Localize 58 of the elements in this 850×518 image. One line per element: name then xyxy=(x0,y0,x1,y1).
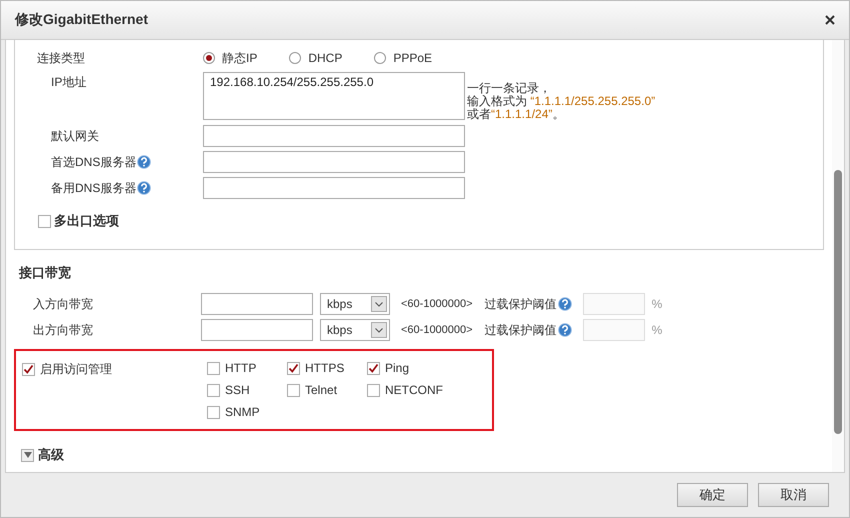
input-field[interactable] xyxy=(203,151,465,173)
range-text: <60-1000000> xyxy=(401,298,473,310)
section-title: 接口带宽 xyxy=(18,264,72,282)
unit-select[interactable]: kbps xyxy=(320,293,390,315)
checkbox-label: Telnet xyxy=(305,383,338,397)
unit-text: % xyxy=(652,297,662,311)
field-label: 出方向带宽 xyxy=(32,322,94,338)
format-hint: 一行一条记录， 输入格式为 “1.1.1.1/255.255.255.0” 或者“1.1.1.1/24”。 xyxy=(467,82,656,121)
range-text: <60-1000000> xyxy=(401,324,473,336)
input-field[interactable] xyxy=(203,125,465,147)
field-label: 过载保护阈值 xyxy=(484,296,557,312)
radio-option[interactable]: 静态IP xyxy=(203,50,258,66)
field-label: 首选DNS服务器 xyxy=(51,154,136,170)
caret-icon xyxy=(375,302,383,306)
dialog-button[interactable]: 确定 xyxy=(677,483,748,507)
input-field[interactable] xyxy=(201,319,313,341)
checkbox[interactable] xyxy=(38,214,51,228)
field-label: 默认网关 xyxy=(51,128,99,144)
checkbox[interactable] xyxy=(287,384,300,396)
checkbox[interactable] xyxy=(207,384,220,396)
checkbox-label: Ping xyxy=(385,361,410,375)
checkbox[interactable] xyxy=(207,406,220,418)
field-label: 过载保护阈值 xyxy=(484,322,557,338)
caret-icon xyxy=(375,328,383,332)
checkbox-label: 多出口选项 xyxy=(54,212,119,230)
radio-option[interactable]: DHCP xyxy=(289,51,342,65)
checkbox-label: SNMP xyxy=(225,405,260,419)
dialog-title: 修改GigabitEthernet xyxy=(15,11,148,29)
help-icon[interactable] xyxy=(137,155,152,169)
input-field[interactable] xyxy=(201,293,313,315)
help-icon[interactable] xyxy=(558,297,572,311)
unit-select[interactable]: kbps xyxy=(320,319,390,341)
dialog-button[interactable]: 取消 xyxy=(758,483,829,507)
checkbox-label: HTTP xyxy=(225,361,256,375)
checkbox[interactable] xyxy=(287,362,300,374)
close-icon[interactable] xyxy=(825,15,835,25)
field-label: 备用DNS服务器 xyxy=(51,180,136,196)
scrollbar[interactable] xyxy=(832,40,844,472)
section-title: 高级 xyxy=(38,446,64,464)
expander-toggle[interactable] xyxy=(21,448,34,462)
checkbox-label: NETCONF xyxy=(385,383,443,397)
radio-option[interactable]: PPPoE xyxy=(374,51,432,65)
field-label: IP地址 xyxy=(50,74,88,91)
checkbox-label: 启用访问管理 xyxy=(40,361,112,378)
checkbox[interactable] xyxy=(22,363,35,376)
checkbox[interactable] xyxy=(207,362,220,374)
checkbox[interactable] xyxy=(367,362,380,374)
help-icon[interactable] xyxy=(137,181,152,195)
unit-text: % xyxy=(652,323,662,337)
checkbox-label: SSH xyxy=(225,383,250,397)
field-label: 连接类型 xyxy=(36,50,86,66)
help-icon[interactable] xyxy=(558,323,572,337)
input-field[interactable] xyxy=(203,177,465,199)
checkbox-label: HTTPS xyxy=(305,361,344,375)
ip-address-field[interactable]: 192.168.10.254/255.255.255.0 xyxy=(203,72,465,120)
checkbox[interactable] xyxy=(367,384,380,396)
caret-icon xyxy=(24,452,32,458)
field-label: 入方向带宽 xyxy=(32,296,94,312)
